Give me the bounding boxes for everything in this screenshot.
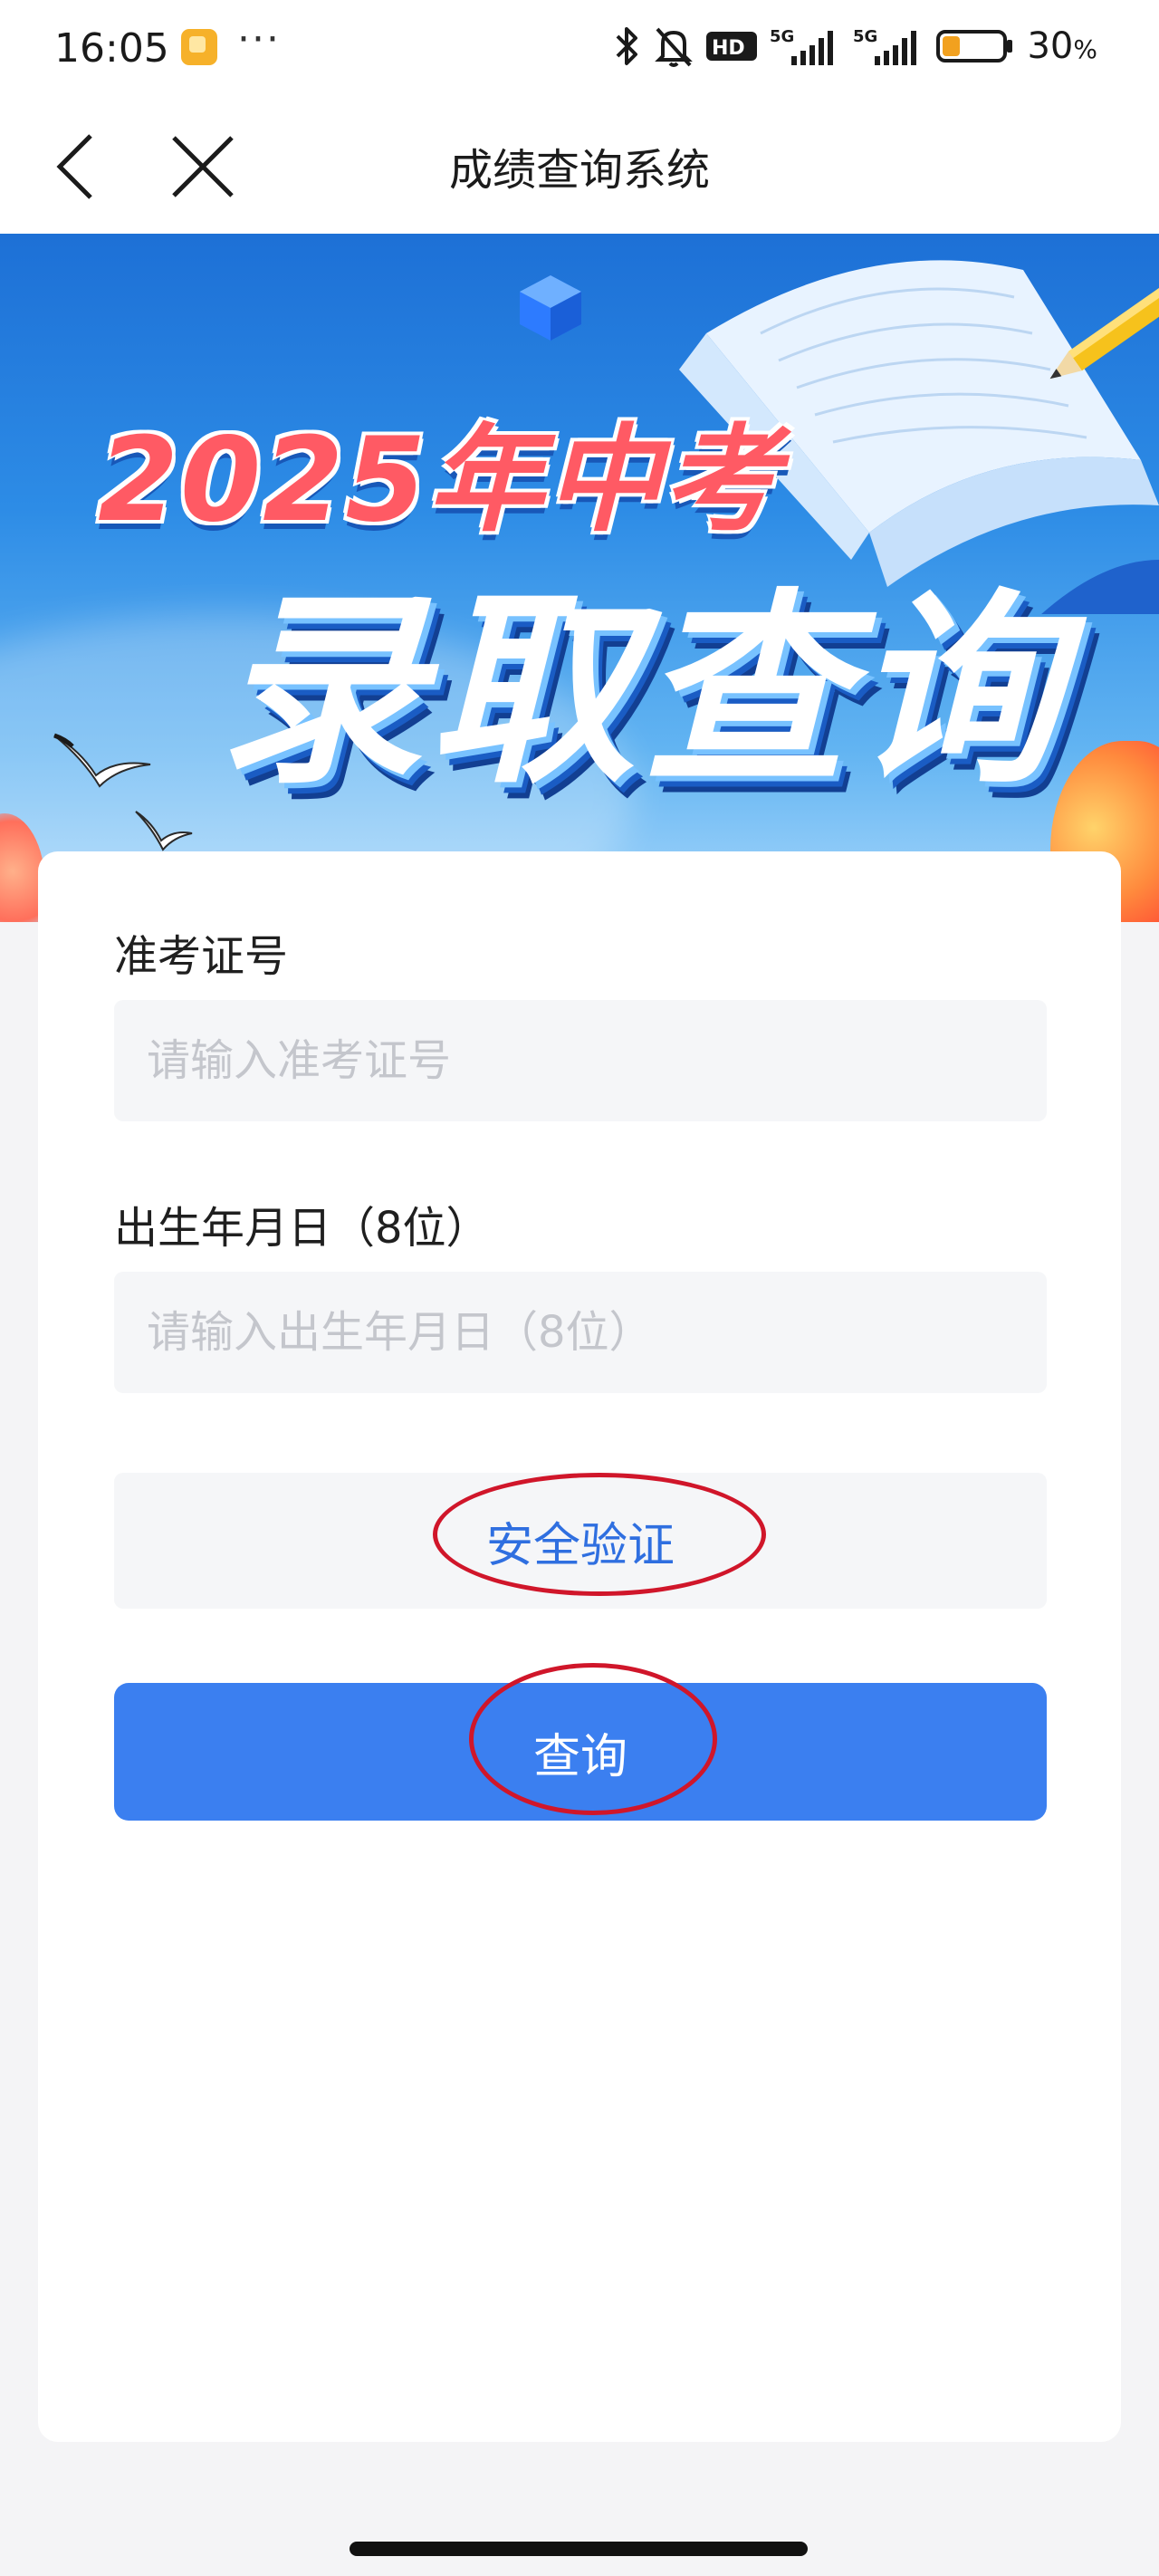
signal-5g-icon: 5G bbox=[853, 27, 917, 65]
title-bar: 成绩查询系统 bbox=[0, 100, 1159, 234]
more-notifications-icon: ··· bbox=[237, 16, 281, 62]
query-button-label: 查询 bbox=[532, 1729, 627, 1784]
svg-text:5G: 5G bbox=[853, 27, 877, 46]
banner-main-text: 录取查询 bbox=[217, 571, 1065, 812]
svg-text:5G: 5G bbox=[770, 27, 794, 46]
page: 16:05 ··· HD 5G 5G 30% 成绩查询系统 2025年中考 录取… bbox=[0, 0, 1159, 2576]
battery-level-text: 30 bbox=[1027, 25, 1074, 67]
security-verification-label: 安全验证 bbox=[485, 1518, 675, 1573]
notification-app-icon bbox=[181, 29, 217, 65]
birth-date-input[interactable] bbox=[114, 1272, 1047, 1393]
ticket-number-input[interactable] bbox=[114, 1000, 1047, 1121]
status-icons: HD 5G 5G 30% bbox=[612, 25, 1097, 67]
banner-image: 2025年中考 录取查询 bbox=[0, 234, 1159, 922]
status-time: 16:05 bbox=[54, 25, 169, 72]
silent-bell-icon bbox=[655, 27, 694, 67]
seagull-icon bbox=[135, 811, 193, 851]
security-verification-button[interactable]: 安全验证 bbox=[114, 1473, 1047, 1609]
hd-icon: HD bbox=[706, 32, 758, 61]
signal-5g-icon: 5G bbox=[770, 27, 834, 65]
page-title: 成绩查询系统 bbox=[448, 145, 710, 196]
svg-text:HD: HD bbox=[712, 37, 745, 60]
bluetooth-icon bbox=[617, 27, 638, 65]
cube-decoration-icon bbox=[520, 275, 581, 341]
seagull-icon bbox=[53, 733, 151, 788]
battery-unit-text: % bbox=[1073, 34, 1097, 64]
query-button[interactable]: 查询 bbox=[114, 1683, 1047, 1821]
status-bar: 16:05 ··· HD 5G 5G 30% bbox=[0, 0, 1159, 100]
birth-date-label: 出生年月日（8位） bbox=[114, 1203, 490, 1254]
battery-percent: 30% bbox=[1027, 25, 1097, 67]
home-indicator[interactable] bbox=[350, 2542, 808, 2556]
ticket-number-label: 准考证号 bbox=[114, 931, 289, 982]
query-form-card: 准考证号 出生年月日（8位） 安全验证 查询 bbox=[38, 851, 1121, 2442]
battery-icon bbox=[936, 30, 1013, 62]
